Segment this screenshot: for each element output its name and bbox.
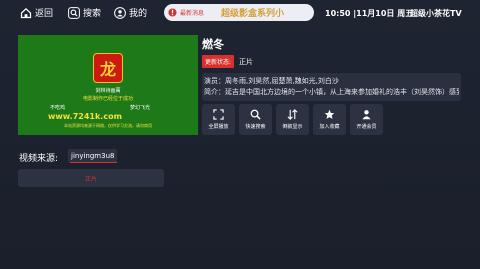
synopsis-line: 简介：延吉是中国北方边境的一个小镇，从上海来参加婚礼的浩丰（刘昊然饰）感到... bbox=[204, 88, 459, 96]
poster-image[interactable]: 龙 剑林诗画萬 电影制作已经位于成功 不吃鸡 梦幻飞光 www.7241k.co… bbox=[18, 35, 198, 135]
back-label: 返回 bbox=[35, 9, 54, 19]
action-label: 全屏播放 bbox=[208, 124, 229, 130]
search-icon bbox=[250, 109, 261, 120]
status-value: 正片 bbox=[239, 57, 254, 66]
poster-left-text: 不吃鸡 bbox=[50, 105, 66, 111]
action-label: 开通会员 bbox=[356, 124, 377, 130]
search-button[interactable]: 搜索 bbox=[67, 4, 101, 21]
home-icon bbox=[19, 6, 32, 19]
mine-button[interactable]: 我的 bbox=[113, 4, 147, 21]
star-icon bbox=[324, 109, 335, 119]
news-label: 最新消息 bbox=[180, 10, 205, 17]
back-button[interactable]: 返回 bbox=[19, 4, 53, 21]
status-row: 更新状态: 正片 bbox=[202, 55, 253, 68]
fullscreen-icon bbox=[213, 109, 224, 120]
news-marquee[interactable]: 最新消息 超级影盒系列小 bbox=[164, 4, 314, 21]
notification-icon bbox=[168, 8, 177, 17]
poster-footer: 本站资源均来源于网络，仅供学习交流，请勿商用 bbox=[64, 123, 152, 128]
info-panel: 演员：周冬雨,刘昊然,屈楚萧,魏如光,刘白沙 简介：延吉是中国北方边境的一个小镇… bbox=[202, 73, 461, 101]
episode-label: 正片 bbox=[84, 175, 97, 183]
top-bar: 返回 搜索 我的 最新消息 超级影盒系列小 10:50 |11月10日 周五 超… bbox=[0, 0, 480, 26]
status-badge: 更新状态: bbox=[202, 55, 235, 68]
datetime: 10:50 |11月10日 周五 bbox=[325, 9, 414, 18]
episode-button[interactable]: 正片 bbox=[18, 169, 164, 187]
fullscreen-play-button[interactable]: 全屏播放 bbox=[202, 104, 235, 135]
brand-name: 超级小茶花TV bbox=[410, 9, 462, 18]
source-label: 视频来源: bbox=[19, 154, 59, 164]
action-bar: 全屏播放 快速搜索 倒叙显示 加入收藏 开通会员 bbox=[202, 104, 383, 135]
add-favorite-button[interactable]: 加入收藏 bbox=[313, 104, 346, 135]
cast-line: 演员：周冬雨,刘昊然,屈楚萧,魏如光,刘白沙 bbox=[204, 77, 339, 85]
poster-caption: 剑林诗画萬 bbox=[95, 88, 121, 94]
search-label: 搜索 bbox=[83, 9, 102, 19]
vip-membership-button[interactable]: 开通会员 bbox=[350, 104, 383, 135]
action-label: 快速搜索 bbox=[245, 124, 266, 130]
vip-icon bbox=[362, 110, 371, 120]
mine-label: 我的 bbox=[129, 9, 148, 19]
poster-url: www.7241k.com bbox=[48, 112, 122, 121]
poster-caption-2: 电影制作已经位于成功 bbox=[82, 96, 133, 102]
search-icon bbox=[67, 6, 80, 19]
source-option[interactable]: jinyingm3u8 bbox=[68, 149, 118, 163]
dragon-emblem-icon: 龙 bbox=[93, 53, 123, 83]
action-label: 加入收藏 bbox=[319, 124, 340, 130]
poster-right-text: 梦幻飞光 bbox=[130, 105, 151, 111]
source-selected-indicator bbox=[70, 162, 117, 163]
video-title: 燃冬 bbox=[202, 38, 224, 51]
sort-icon bbox=[287, 109, 298, 120]
quick-search-button[interactable]: 快速搜索 bbox=[239, 104, 272, 135]
action-label: 倒叙显示 bbox=[282, 124, 303, 130]
reverse-order-button[interactable]: 倒叙显示 bbox=[276, 104, 309, 135]
marquee-text: 超级影盒系列小 bbox=[221, 9, 285, 19]
user-icon bbox=[113, 6, 126, 19]
